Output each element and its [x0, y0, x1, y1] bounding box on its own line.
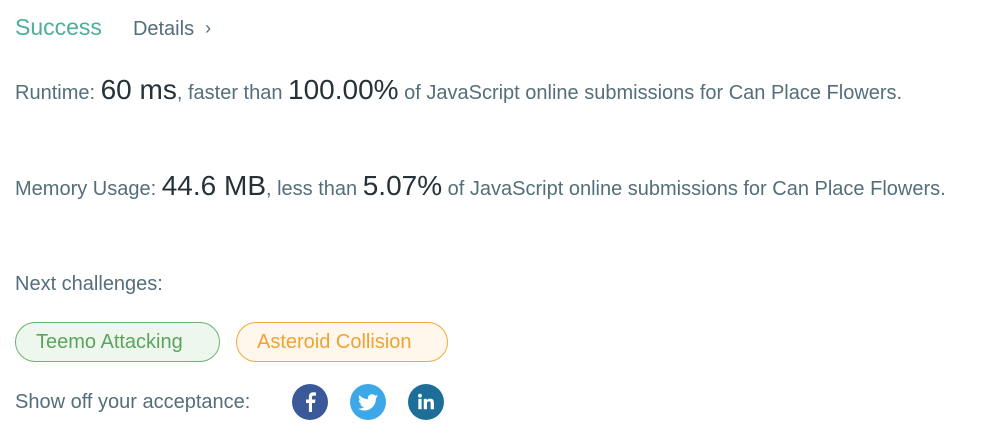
twitter-icon: [358, 393, 379, 410]
details-label: Details: [132, 18, 195, 40]
memory-mid-text: , less than: [266, 178, 363, 200]
details-link[interactable]: Details ›: [133, 18, 211, 41]
next-challenges-label: Next challenges:: [15, 273, 163, 295]
twitter-share-button[interactable]: [350, 384, 387, 420]
chevron-right-icon: ›: [205, 18, 212, 38]
runtime-mid-text: , faster than: [176, 82, 289, 104]
memory-suffix: of JavaScript online submissions for Can…: [442, 178, 946, 200]
challenge-chip-teemo-attacking[interactable]: Teemo Attacking: [15, 322, 220, 362]
next-challenges-list: Teemo Attacking Asteroid Collision: [15, 322, 448, 362]
runtime-stat: Runtime: 60 ms, faster than 100.00% of J…: [15, 74, 975, 109]
submission-result-panel: Success Details › Runtime: 60 ms, faster…: [0, 0, 1000, 443]
linkedin-icon: [418, 393, 435, 410]
facebook-share-button[interactable]: [292, 384, 329, 420]
status-title: Success: [15, 14, 102, 40]
challenge-chip-asteroid-collision[interactable]: Asteroid Collision: [236, 322, 448, 362]
result-header: Success Details ›: [15, 12, 211, 42]
linkedin-share-button[interactable]: [408, 384, 445, 420]
memory-percent: 5.07%: [362, 170, 443, 201]
runtime-suffix: of JavaScript online submissions for Can…: [398, 82, 903, 104]
social-share-buttons: [292, 384, 445, 420]
runtime-label: Runtime:: [15, 82, 101, 104]
share-section: Show off your acceptance:: [15, 384, 445, 420]
facebook-icon: [306, 392, 317, 412]
memory-value: 44.6 MB: [161, 170, 266, 201]
runtime-value: 60 ms: [100, 74, 177, 105]
runtime-percent: 100.00%: [288, 74, 399, 105]
memory-stat: Memory Usage: 44.6 MB, less than 5.07% o…: [15, 170, 975, 205]
share-label: Show off your acceptance:: [15, 391, 251, 413]
memory-label: Memory Usage:: [15, 178, 162, 200]
